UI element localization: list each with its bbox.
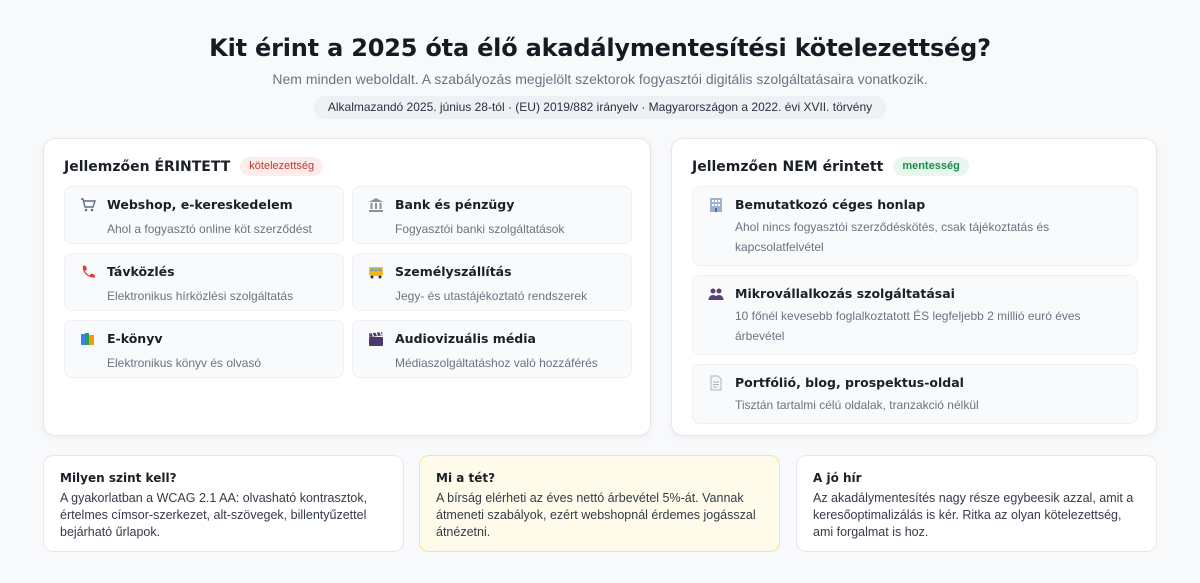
exempt-list: Bemutatkozó céges honlap Ahol nincs fogy… [692,186,1138,424]
obligation-badge: kötelezettség [240,157,324,176]
item-title: Személyszállítás [395,264,512,279]
page-title: Kit érint a 2025 óta élő akadálymentesít… [209,34,991,62]
affected-panel-title: Jellemzően ÉRINTETT [64,158,231,175]
info-card-title: Mi a tét? [436,471,496,485]
telephone-icon [79,263,97,281]
item-desc: 10 főnél kevesebb foglalkoztatott ÉS leg… [735,309,1081,343]
people-icon [707,285,725,303]
item-desc: Elektronikus hírközlési szolgáltatás [107,289,294,303]
item-desc: Ahol nincs fogyasztói szerződéskötés, cs… [735,220,1050,254]
exempt-panel-title: Jellemzően NEM érintett [692,158,884,175]
item-title: Mikrovállalkozás szolgáltatásai [735,286,955,301]
item-title: Audiovizuális média [395,331,536,346]
affected-item-ebook: E-könyv Elektronikus könyv és olvasó [64,320,344,378]
exempt-item-micro-enterprise: Mikrovállalkozás szolgáltatásai 10 főnél… [692,275,1138,355]
info-card-good-news: A jó hír Az akadálymentesítés nagy része… [796,455,1157,552]
books-icon [79,330,97,348]
office-building-icon [707,196,725,214]
info-card-title: Milyen szint kell? [60,471,177,485]
page-header: Kit érint a 2025 óta élő akadálymentesít… [0,0,1200,119]
bus-icon [367,263,385,281]
item-title: Bank és pénzügy [395,197,515,212]
item-desc: Médiaszolgáltatáshoz való hozzáférés [395,356,598,370]
info-card-text: A gyakorlatban a WCAG 2.1 AA: olvasható … [60,491,368,539]
page-subtitle: Nem minden weboldalt. A szabályozás megj… [272,71,928,87]
affected-panel: Jellemzően ÉRINTETT kötelezettség Websho… [43,138,651,436]
item-title: Távközlés [107,264,175,279]
affected-grid: Webshop, e-kereskedelem Ahol a fogyasztó… [64,186,632,378]
affected-item-media: Audiovizuális média Médiaszolgáltatáshoz… [352,320,632,378]
affected-item-bank: Bank és pénzügy Fogyasztói banki szolgál… [352,186,632,244]
exempt-panel: Jellemzően NEM érintett mentesség Bemuta… [671,138,1157,436]
exempt-item-portfolio: Portfólió, blog, prospektus-oldal Tisztá… [692,364,1138,424]
info-card-title: A jó hír [813,471,862,485]
legal-basis-pill: Alkalmazandó 2025. június 28-tól · (EU) … [313,96,887,119]
item-desc: Jegy- és utastájékoztató rendszerek [395,289,588,303]
item-desc: Tisztán tartalmi célú oldalak, tranzakci… [735,398,979,412]
item-desc: Fogyasztói banki szolgáltatások [395,222,565,236]
clapperboard-icon [367,330,385,348]
document-icon [707,374,725,392]
exemption-badge: mentesség [893,157,969,176]
affected-item-transport: Személyszállítás Jegy- és utastájékoztat… [352,253,632,311]
item-title: Bemutatkozó céges honlap [735,197,926,212]
info-card-text: A bírság elérheti az éves nettó árbevéte… [436,491,756,539]
exempt-item-company-site: Bemutatkozó céges honlap Ahol nincs fogy… [692,186,1138,266]
affected-item-webshop: Webshop, e-kereskedelem Ahol a fogyasztó… [64,186,344,244]
affected-item-telecom: Távközlés Elektronikus hírközlési szolgá… [64,253,344,311]
info-card-level: Milyen szint kell? A gyakorlatban a WCAG… [43,455,404,552]
info-card-stakes: Mi a tét? A bírság elérheti az éves nett… [419,455,780,552]
item-desc: Elektronikus könyv és olvasó [107,356,262,370]
item-title: Portfólió, blog, prospektus-oldal [735,375,964,390]
item-title: Webshop, e-kereskedelem [107,197,293,212]
info-card-text: Az akadálymentesítés nagy része egybeesi… [813,491,1134,539]
item-desc: Ahol a fogyasztó online köt szerződést [107,222,312,236]
bank-icon [367,196,385,214]
shopping-cart-icon [79,196,97,214]
item-title: E-könyv [107,331,163,346]
